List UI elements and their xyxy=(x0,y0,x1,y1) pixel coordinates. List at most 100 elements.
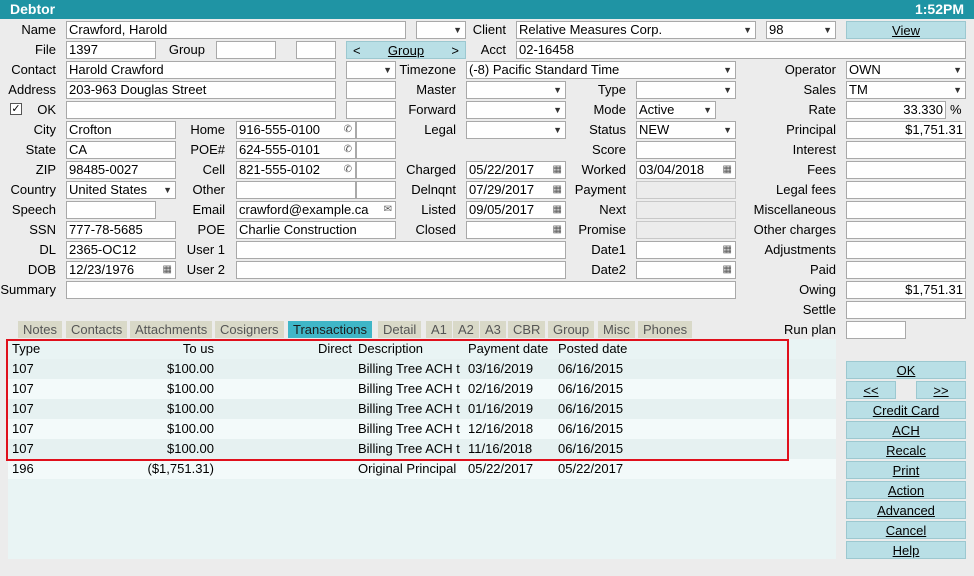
next-button[interactable]: >> xyxy=(916,381,966,399)
sales-select[interactable]: TM ▼ xyxy=(846,81,966,99)
calendar-icon[interactable]: ▦ xyxy=(553,202,562,218)
interest-field[interactable] xyxy=(846,141,966,159)
settle-field[interactable] xyxy=(846,301,966,319)
mode-select[interactable]: Active ▼ xyxy=(636,101,716,119)
recalc-button[interactable]: Recalc xyxy=(846,441,966,459)
address2-extra-field[interactable] xyxy=(346,101,396,119)
tab-cosigners[interactable]: Cosigners xyxy=(215,321,284,338)
tab-attachments[interactable]: Attachments xyxy=(130,321,213,338)
col-type[interactable]: Type xyxy=(12,339,40,359)
table-row[interactable]: 107 $100.00 Billing Tree ACH t 12/16/2018 06… xyxy=(8,419,836,439)
poe-ext-field[interactable] xyxy=(356,141,396,159)
ach-button[interactable]: ACH xyxy=(846,421,966,439)
date2-field[interactable]: ▦ xyxy=(636,261,736,279)
phone-icon[interactable]: ✆ xyxy=(344,162,352,178)
user2-field[interactable] xyxy=(236,261,566,279)
dob-field[interactable]: 12/23/1976 ▦ xyxy=(66,261,176,279)
client-code-select[interactable]: 98 ▼ xyxy=(766,21,836,39)
tab-contacts[interactable]: Contacts xyxy=(66,321,128,338)
speech-field[interactable] xyxy=(66,201,156,219)
table-row[interactable]: 107 $100.00 Billing Tree ACH t 11/16/2018 06… xyxy=(8,439,836,459)
tab-transactions[interactable]: Transactions xyxy=(288,321,372,338)
delnqnt-field[interactable]: 07/29/2017 ▦ xyxy=(466,181,566,199)
legal-fees-field[interactable] xyxy=(846,181,966,199)
calendar-icon[interactable]: ▦ xyxy=(553,182,562,198)
poe-phone-field[interactable]: 624-555-0101 ✆ xyxy=(236,141,356,159)
prev-button[interactable]: << xyxy=(846,381,896,399)
paid-field[interactable] xyxy=(846,261,966,279)
table-row[interactable]: 107 $100.00 Billing Tree ACH t 02/16/2019 06… xyxy=(8,379,836,399)
cell-ext-field[interactable] xyxy=(356,161,396,179)
home-phone-field[interactable]: 916-555-0100 ✆ xyxy=(236,121,356,139)
other-charges-field[interactable] xyxy=(846,221,966,239)
group-prev-button[interactable]: < xyxy=(353,42,361,60)
city-field[interactable]: Crofton xyxy=(66,121,176,139)
principal-field[interactable]: $1,751.31 xyxy=(846,121,966,139)
state-field[interactable]: CA xyxy=(66,141,176,159)
cell-phone-field[interactable]: 821-555-0102 ✆ xyxy=(236,161,356,179)
calendar-icon[interactable]: ▦ xyxy=(553,222,562,238)
file-field[interactable]: 1397 xyxy=(66,41,156,59)
tab-a2[interactable]: A2 xyxy=(453,321,479,338)
calendar-icon[interactable]: ▦ xyxy=(163,262,172,278)
contact-type-select[interactable]: ▼ xyxy=(346,61,396,79)
name-field[interactable]: Crawford, Harold xyxy=(66,21,406,39)
type-select[interactable]: ▼ xyxy=(636,81,736,99)
col-payment-date[interactable]: Payment date xyxy=(468,339,548,359)
zip-field[interactable]: 98485-0027 xyxy=(66,161,176,179)
advanced-button[interactable]: Advanced xyxy=(846,501,966,519)
country-select[interactable]: United States ▼ xyxy=(66,181,176,199)
calendar-icon[interactable]: ▦ xyxy=(723,162,732,178)
group-sub-field[interactable] xyxy=(296,41,336,59)
forward-select[interactable]: ▼ xyxy=(466,101,566,119)
view-button[interactable]: View xyxy=(846,21,966,39)
calendar-icon[interactable]: ▦ xyxy=(723,262,732,278)
listed-field[interactable]: 09/05/2017 ▦ xyxy=(466,201,566,219)
summary-field[interactable] xyxy=(66,281,736,299)
mail-icon[interactable]: ✉ xyxy=(384,202,392,218)
closed-field[interactable]: ▦ xyxy=(466,221,566,239)
col-direct[interactable]: Direct xyxy=(318,339,352,359)
home-ext-field[interactable] xyxy=(356,121,396,139)
cancel-button[interactable]: Cancel xyxy=(846,521,966,539)
tab-cbr[interactable]: CBR xyxy=(508,321,546,338)
print-button[interactable]: Print xyxy=(846,461,966,479)
user1-field[interactable] xyxy=(236,241,566,259)
phone-icon[interactable]: ✆ xyxy=(344,122,352,138)
dl-field[interactable]: 2365-OC12 xyxy=(66,241,176,259)
poe-field[interactable]: Charlie Construction xyxy=(236,221,396,239)
master-select[interactable]: ▼ xyxy=(466,81,566,99)
score-field[interactable] xyxy=(636,141,736,159)
table-row[interactable]: 107 $100.00 Billing Tree ACH t 01/16/2019 06… xyxy=(8,399,836,419)
owing-field[interactable]: $1,751.31 xyxy=(846,281,966,299)
timezone-select[interactable]: (-8) Pacific Standard Time ▼ xyxy=(466,61,736,79)
charged-field[interactable]: 05/22/2017 ▦ xyxy=(466,161,566,179)
contact-field[interactable]: Harold Crawford xyxy=(66,61,336,79)
date1-field[interactable]: ▦ xyxy=(636,241,736,259)
tab-a1[interactable]: A1 xyxy=(426,321,452,338)
calendar-icon[interactable]: ▦ xyxy=(553,162,562,178)
credit-card-button[interactable]: Credit Card xyxy=(846,401,966,419)
address2-field[interactable] xyxy=(66,101,336,119)
run-plan-field[interactable] xyxy=(846,321,906,339)
fees-field[interactable] xyxy=(846,161,966,179)
tab-a3[interactable]: A3 xyxy=(480,321,506,338)
email-field[interactable]: crawford@example.ca ✉ xyxy=(236,201,396,219)
other-ext-field[interactable] xyxy=(356,181,396,199)
table-row[interactable]: 196 ($1,751.31) Original Principal 05/22/20… xyxy=(8,459,836,479)
col-description[interactable]: Description xyxy=(358,339,423,359)
acct-field[interactable]: 02-16458 xyxy=(516,41,966,59)
tab-notes[interactable]: Notes xyxy=(18,321,62,338)
action-button[interactable]: Action xyxy=(846,481,966,499)
table-row[interactable]: 107 $100.00 Billing Tree ACH t 03/16/2019 06… xyxy=(8,359,836,379)
calendar-icon[interactable]: ▦ xyxy=(723,242,732,258)
ok-button[interactable]: OK xyxy=(846,361,966,379)
address-field[interactable]: 203-963 Douglas Street xyxy=(66,81,336,99)
worked-field[interactable]: 03/04/2018 ▦ xyxy=(636,161,736,179)
tab-misc[interactable]: Misc xyxy=(598,321,635,338)
tab-group[interactable]: Group xyxy=(548,321,595,338)
rate-field[interactable]: 33.330 xyxy=(846,101,946,119)
other-phone-field[interactable] xyxy=(236,181,356,199)
help-button[interactable]: Help xyxy=(846,541,966,559)
col-posted-date[interactable]: Posted date xyxy=(558,339,627,359)
